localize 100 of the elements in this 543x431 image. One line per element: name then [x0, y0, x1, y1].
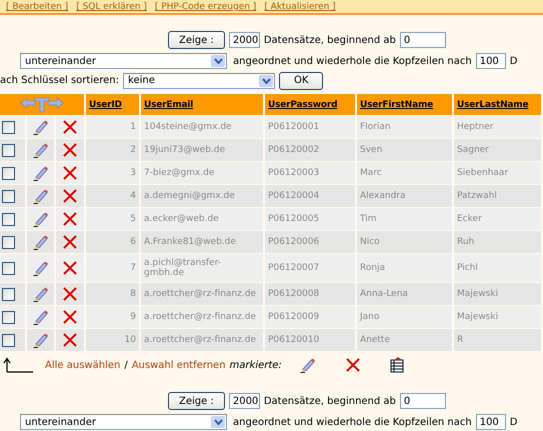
pencil-icon[interactable]: [32, 309, 48, 325]
toolbar-link[interactable]: [ SQL erklären ]: [76, 2, 147, 13]
row-count-field[interactable]: 2000: [228, 32, 260, 48]
repeat-count-field[interactable]: 100: [476, 414, 506, 430]
pencil-icon[interactable]: [32, 211, 48, 227]
row-count-field[interactable]: 2000: [228, 393, 260, 409]
pencil-icon[interactable]: [32, 260, 48, 276]
delete-icon[interactable]: [63, 189, 77, 203]
row-checkbox[interactable]: [2, 236, 15, 248]
table-cell: 6: [86, 231, 139, 253]
delete-icon[interactable]: [63, 166, 77, 180]
delete-icon[interactable]: [346, 358, 360, 372]
pencil-icon[interactable]: [32, 142, 48, 158]
table-cell: 10: [86, 329, 139, 351]
table-cell: P06120007: [265, 254, 355, 282]
table-cell: Florian: [357, 116, 452, 138]
row-checkbox[interactable]: [2, 262, 15, 274]
table-cell: 1: [86, 116, 139, 138]
table-cell: 7-biez@gmx.de: [141, 162, 263, 184]
table-cell: a.ecker@web.de: [141, 208, 263, 230]
table-cell: P06120006: [265, 231, 355, 253]
pencil-icon[interactable]: [32, 234, 48, 250]
row-checkbox[interactable]: [2, 190, 15, 202]
trailing-label: D: [510, 416, 518, 428]
table-cell: P06120010: [265, 329, 355, 351]
table-cell: 5: [86, 208, 139, 230]
table-cell: Jano: [357, 306, 452, 328]
delete-icon[interactable]: [63, 310, 77, 324]
ok-button[interactable]: OK: [279, 72, 324, 90]
dropdown-arrow-icon: [211, 55, 225, 67]
pencil-icon[interactable]: [32, 119, 48, 135]
dropdown-arrow-icon: [259, 74, 274, 86]
toolbar-link[interactable]: [ PHP-Code erzeugen ]: [154, 2, 256, 13]
delete-icon[interactable]: [63, 212, 77, 226]
row-checkbox[interactable]: [2, 334, 15, 346]
delete-icon[interactable]: [63, 235, 77, 249]
row-checkbox[interactable]: [2, 144, 15, 156]
table-cell: a.roettcher@rz-finanz.de: [141, 329, 263, 351]
table-cell: 8: [86, 283, 139, 305]
delete-icon[interactable]: [63, 261, 77, 275]
delete-icon[interactable]: [63, 333, 77, 347]
corner-arrow-icon: [3, 357, 33, 373]
table-cell: P06120004: [265, 185, 355, 207]
trailing-label: D: [510, 56, 518, 66]
export-table-icon[interactable]: [390, 357, 404, 373]
table-cell: P06120001: [265, 116, 355, 138]
table-cell: P06120003: [265, 162, 355, 184]
display-mode-dropdown[interactable]: untereinander: [20, 53, 227, 69]
toolbar-link[interactable]: [ Bearbeiten ]: [6, 2, 68, 13]
pencil-icon[interactable]: [32, 165, 48, 181]
pencil-icon[interactable]: [32, 286, 48, 302]
table-cell: Ronja: [357, 254, 452, 282]
table-cell: P06120005: [265, 208, 355, 230]
show-button[interactable]: Zeige :: [168, 392, 225, 410]
table-cell: Majewski: [454, 283, 541, 305]
table-cell: 2: [86, 139, 139, 161]
table-cell: P06120009: [265, 306, 355, 328]
table-cell: Tim: [357, 208, 452, 230]
row-checkbox[interactable]: [2, 212, 15, 226]
table-cell: Ruh: [454, 231, 541, 253]
table-cell: A.Franke81@web.de: [141, 231, 263, 253]
delete-icon[interactable]: [63, 287, 77, 301]
table-cell: Anette: [357, 329, 452, 351]
table-cell: Alexandra: [357, 185, 452, 207]
separator-text: /: [124, 360, 128, 370]
pencil-icon[interactable]: [32, 332, 48, 348]
row-checkbox[interactable]: [2, 120, 15, 134]
repeat-count-field[interactable]: 100: [476, 53, 506, 69]
repeat-headers-label: angeordnet und wiederhole die Kopfzeilen nach: [233, 416, 472, 428]
pencil-icon[interactable]: [32, 188, 48, 204]
sort-label: ach Schlüssel sortieren:: [0, 75, 120, 86]
select-all-link[interactable]: Alle auswählen: [45, 360, 120, 370]
table-cell: 9: [86, 306, 139, 328]
table-cell: Siebenhaar: [454, 162, 541, 184]
toolbar-link[interactable]: [ Aktualisieren ]: [264, 2, 336, 13]
table-cell: Pichl: [454, 254, 541, 282]
start-field[interactable]: 0: [400, 32, 446, 48]
table-cell: Majewski: [454, 306, 541, 328]
row-checkbox[interactable]: [2, 310, 15, 324]
display-mode-dropdown[interactable]: untereinander: [20, 414, 227, 430]
show-button[interactable]: Zeige :: [168, 31, 225, 49]
delete-icon[interactable]: [63, 120, 77, 134]
sort-key-dropdown[interactable]: keine: [123, 72, 276, 88]
table-cell: 3: [86, 162, 139, 184]
pencil-icon[interactable]: [300, 357, 316, 373]
column-header-link[interactable]: UserEmail: [144, 100, 194, 110]
deselect-link[interactable]: Auswahl entfernen: [132, 360, 226, 370]
marked-label: markierte:: [230, 360, 282, 370]
table-cell: P06120008: [265, 283, 355, 305]
delete-icon[interactable]: [63, 143, 77, 157]
start-field[interactable]: 0: [400, 393, 446, 409]
table-cell: Anna-Lena: [357, 283, 452, 305]
table-cell: a.demegni@gmx.de: [141, 185, 263, 207]
table-cell: a.roettcher@rz-finanz.de: [141, 306, 263, 328]
table-cell: Patzwahl: [454, 185, 541, 207]
table-cell: a.roettcher@rz-finanz.de: [141, 283, 263, 305]
start-label: Datensätze, beginnend ab: [264, 34, 396, 46]
row-checkbox[interactable]: [2, 166, 15, 180]
table-cell: P06120002: [265, 139, 355, 161]
row-checkbox[interactable]: [2, 288, 15, 300]
